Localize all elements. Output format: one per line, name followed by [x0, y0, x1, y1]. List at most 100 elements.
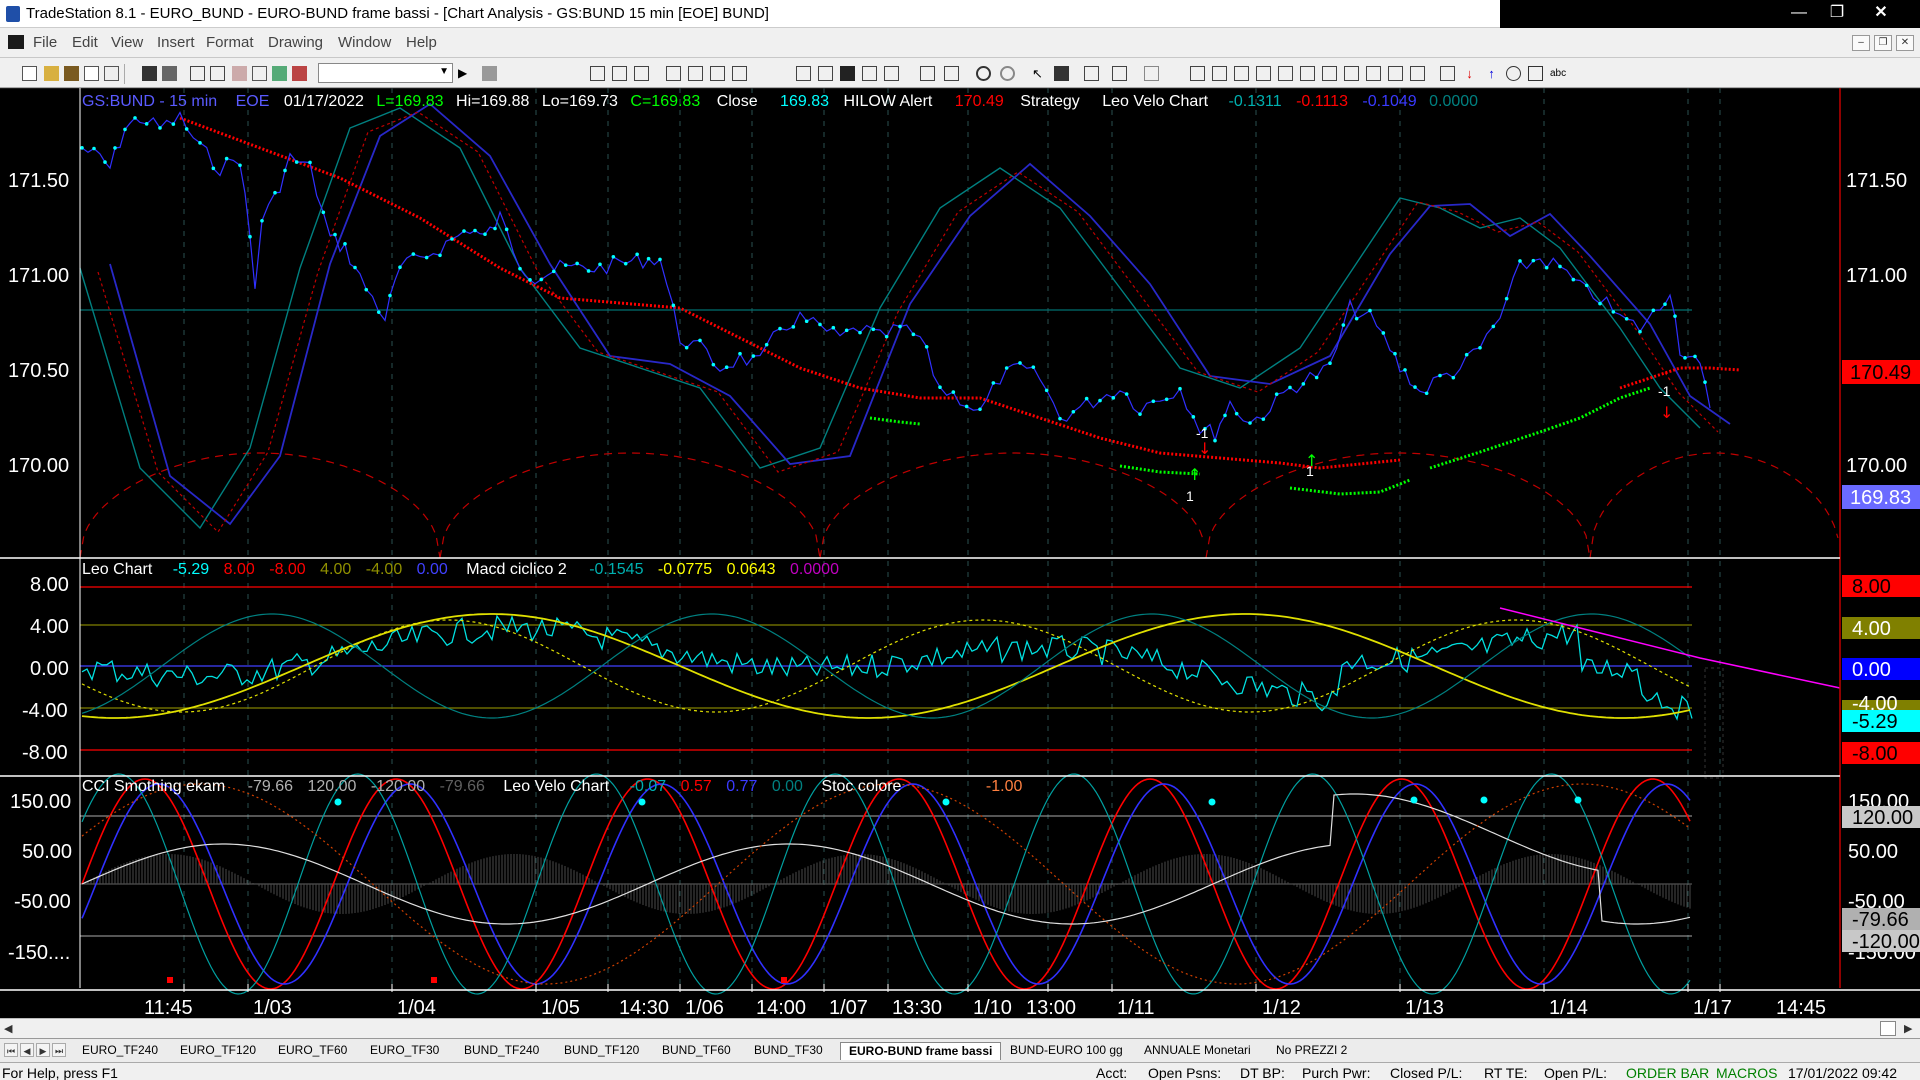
horizontal-lines-icon[interactable] — [1212, 66, 1227, 81]
open-workspace-icon[interactable] — [64, 66, 79, 81]
tab-bund-tf240[interactable]: BUND_TF240 — [456, 1042, 547, 1060]
rectangle-icon[interactable] — [1528, 66, 1543, 81]
tab-euro-bund-frame-bassi[interactable]: EURO-BUND frame bassi — [840, 1042, 1002, 1060]
scroll-left-icon[interactable]: ◀ — [4, 1022, 12, 1035]
chart-doc-icon[interactable] — [8, 35, 24, 49]
new-icon[interactable] — [22, 66, 37, 81]
delete-drawing-icon[interactable] — [1144, 66, 1159, 81]
arrow-down-icon[interactable]: ↓ — [1462, 66, 1477, 81]
menu-file[interactable]: File — [33, 34, 57, 51]
horizontal-scrollbar[interactable]: ◀ ▶ — [0, 1018, 1920, 1038]
mdi-minimize-button[interactable]: – — [1852, 35, 1870, 51]
radarscreen-icon[interactable] — [612, 66, 627, 81]
buy-arrow-icon: ↑ — [1188, 465, 1201, 484]
line-chart-icon[interactable] — [862, 66, 877, 81]
pencil-icon[interactable] — [1410, 66, 1425, 81]
new-window-icon[interactable] — [84, 66, 99, 81]
zoom-out-icon[interactable] — [1000, 66, 1015, 81]
print-icon[interactable] — [162, 66, 177, 81]
candlestick-icon[interactable] — [840, 66, 855, 81]
tab-bund-tf60[interactable]: BUND_TF60 — [654, 1042, 739, 1060]
pointer-icon[interactable]: ↖ — [1032, 66, 1047, 81]
price-bar-dot — [711, 362, 716, 367]
chevron-down-icon: ▼ — [439, 66, 449, 77]
tab-last-icon[interactable]: ⏭ — [52, 1043, 66, 1057]
format-icon[interactable] — [710, 66, 725, 81]
close-button[interactable]: ✕ — [1862, 0, 1900, 28]
lock-icon[interactable] — [232, 66, 247, 81]
menu-window[interactable]: Window — [338, 34, 391, 51]
tab-euro-tf240[interactable]: EURO_TF240 — [74, 1042, 166, 1060]
symbol-lookup-icon[interactable] — [482, 66, 497, 81]
cycle-lines-icon[interactable] — [1366, 66, 1381, 81]
pointer-data-icon[interactable] — [1054, 66, 1069, 81]
speed-lines-icon[interactable] — [1278, 66, 1293, 81]
close-window-icon[interactable] — [104, 66, 119, 81]
menu-help[interactable]: Help — [406, 34, 437, 51]
move-right-icon[interactable] — [944, 66, 959, 81]
open-folder-icon[interactable] — [44, 66, 59, 81]
tab-bund-tf120[interactable]: BUND_TF120 — [556, 1042, 647, 1060]
symbol-dropdown[interactable]: ▼ — [318, 63, 453, 83]
tab-first-icon[interactable]: ⏮ — [4, 1043, 18, 1057]
alert-icon[interactable] — [1112, 66, 1127, 81]
menu-view[interactable]: View — [111, 34, 143, 51]
tab-bund-euro-100-gg[interactable]: BUND-EURO 100 gg — [1002, 1042, 1131, 1060]
trendline-icon[interactable] — [1190, 66, 1205, 81]
tab-euro-tf60[interactable]: EURO_TF60 — [270, 1042, 355, 1060]
timeframe-icon[interactable] — [818, 66, 833, 81]
notes-icon[interactable] — [252, 66, 267, 81]
paste-icon[interactable] — [210, 66, 225, 81]
scanner-icon[interactable] — [688, 66, 703, 81]
matrix-icon[interactable] — [634, 66, 649, 81]
activity-icon[interactable] — [292, 66, 307, 81]
tab-prev-icon[interactable]: ◀ — [20, 1043, 34, 1057]
chart-area[interactable]: GS:BUND - 15 min EOE 01/17/2022 L=169.83… — [0, 88, 1920, 1018]
scroll-thumb[interactable] — [1880, 1021, 1896, 1036]
menu-drawing[interactable]: Drawing — [268, 34, 323, 51]
bar-chart-icon[interactable] — [796, 66, 811, 81]
tab-no-prezzi-2[interactable]: No PREZZI 2 — [1268, 1042, 1355, 1060]
maximize-button[interactable]: ❐ — [1818, 0, 1856, 28]
status-datetime: 17/01/2022 09:42 — [1788, 1065, 1897, 1080]
radar-icon[interactable] — [272, 66, 287, 81]
chart-svg[interactable]: GS:BUND - 15 min EOE 01/17/2022 L=169.83… — [0, 88, 1920, 1018]
ellipse-icon[interactable] — [1506, 66, 1521, 81]
move-left-icon[interactable] — [920, 66, 935, 81]
cci-axis-label: 150.00 — [10, 791, 71, 813]
mdi-close-button[interactable]: ✕ — [1896, 35, 1914, 51]
osc-axis-label: 4.00 — [30, 616, 69, 638]
arrow-both-icon[interactable] — [1344, 66, 1359, 81]
order-bar-button[interactable]: ORDER BAR — [1626, 1065, 1709, 1080]
macros-button[interactable]: MACROS — [1716, 1065, 1777, 1080]
tab-euro-tf30[interactable]: EURO_TF30 — [362, 1042, 447, 1060]
menu-format[interactable]: Format — [206, 34, 254, 51]
copy-icon[interactable] — [190, 66, 205, 81]
tab-euro-tf120[interactable]: EURO_TF120 — [172, 1042, 264, 1060]
andrews-pitchfork-icon[interactable] — [1300, 66, 1315, 81]
chart-icon[interactable] — [590, 66, 605, 81]
tab-bund-tf30[interactable]: BUND_TF30 — [746, 1042, 831, 1060]
play-arrow-icon[interactable]: ▶ — [458, 66, 473, 81]
mdi-restore-button[interactable]: ❐ — [1874, 35, 1892, 51]
tab-next-icon[interactable]: ▶ — [36, 1043, 50, 1057]
tools-icon[interactable] — [1084, 66, 1099, 81]
tab-annuale-monetari[interactable]: ANNUALE Monetari — [1136, 1042, 1259, 1060]
minimize-button[interactable]: — — [1780, 0, 1818, 28]
text-icon[interactable]: abc — [1550, 66, 1566, 81]
curve-icon[interactable] — [1440, 66, 1455, 81]
channel-icon[interactable] — [1322, 66, 1337, 81]
indicator-icon[interactable] — [732, 66, 747, 81]
menu-edit[interactable]: Edit — [72, 34, 98, 51]
scroll-right-icon[interactable]: ▶ — [1904, 1022, 1912, 1035]
optionstation-icon[interactable] — [666, 66, 681, 81]
arrow-up-icon[interactable]: ↑ — [1484, 66, 1499, 81]
menu-insert[interactable]: Insert — [157, 34, 195, 51]
fibonacci-icon[interactable] — [1234, 66, 1249, 81]
arc-icon[interactable] — [1388, 66, 1403, 81]
save-icon[interactable] — [142, 66, 157, 81]
gann-fan-icon[interactable] — [1256, 66, 1271, 81]
zoom-in-icon[interactable] — [976, 66, 991, 81]
price-bar-dot — [1098, 398, 1102, 403]
bar-spacing-icon[interactable] — [884, 66, 899, 81]
